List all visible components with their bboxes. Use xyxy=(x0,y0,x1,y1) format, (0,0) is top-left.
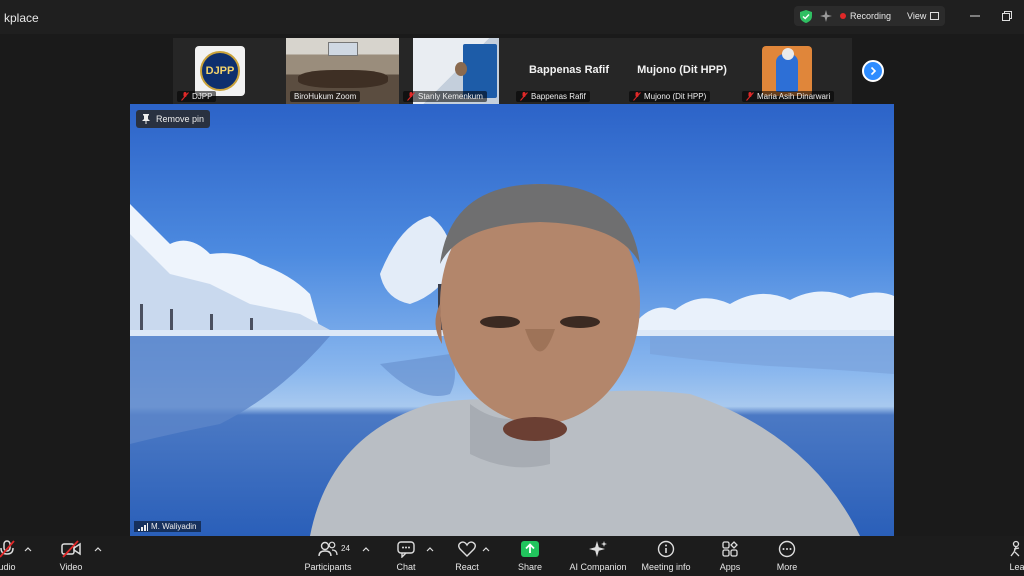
chevron-right-icon xyxy=(870,66,877,76)
room-table xyxy=(298,70,388,88)
participant-name: Stanly Kemenkum xyxy=(403,91,487,102)
sparkle-icon[interactable] xyxy=(820,10,832,22)
active-speaker-video[interactable]: Remove pin M. Waliyadin xyxy=(130,104,894,536)
share-screen-icon xyxy=(521,541,539,557)
djpp-logo: DJPP xyxy=(195,46,245,96)
speaker-person xyxy=(310,184,860,536)
react-button[interactable]: React xyxy=(432,540,502,572)
participant-name: DJPP xyxy=(177,91,217,102)
share-button[interactable]: Share xyxy=(495,540,565,572)
participant-strip: DJPP DJPP BiroHukum Zoom Stanly Kemenkum… xyxy=(0,34,1024,104)
next-page-button[interactable] xyxy=(862,60,884,82)
window-title: kplace xyxy=(4,11,39,25)
participant-name: Maria Asih Dinarwari xyxy=(742,91,835,102)
mic-muted-icon xyxy=(407,92,415,101)
participant-big-name: Mujono (Dit HPP) xyxy=(637,64,727,76)
recording-label: Recording xyxy=(850,11,892,21)
mic-muted-icon xyxy=(181,92,189,101)
view-button[interactable]: View xyxy=(907,11,926,21)
mic-muted-icon xyxy=(0,540,15,558)
remove-pin-button[interactable]: Remove pin xyxy=(136,110,211,128)
chevron-up-icon[interactable] xyxy=(94,546,102,552)
grid-view-icon[interactable] xyxy=(930,12,940,20)
sparkle-icon xyxy=(589,541,607,557)
chat-button[interactable]: Chat xyxy=(371,540,441,572)
recording-dot-icon xyxy=(840,13,846,19)
participant-tile-stanly[interactable]: Stanly Kemenkum xyxy=(399,38,513,104)
pin-icon xyxy=(142,114,150,124)
maria-avatar xyxy=(762,46,812,96)
title-bar: kplace Recording View xyxy=(0,0,1024,34)
minimize-icon[interactable] xyxy=(968,9,982,23)
participant-tile-bappenas[interactable]: Bappenas Rafif Bappenas Rafif xyxy=(512,38,626,104)
participant-tile-mujono[interactable]: Mujono (Dit HPP) Mujono (Dit HPP) xyxy=(625,38,739,104)
recording-indicator[interactable]: Recording View xyxy=(794,6,946,26)
participants-icon xyxy=(318,541,338,557)
apps-icon xyxy=(722,541,738,557)
participant-tile-birohukum[interactable]: BiroHukum Zoom xyxy=(286,38,400,104)
speaker-name-label: M. Waliyadin xyxy=(134,521,201,532)
info-icon xyxy=(657,540,675,558)
video-off-icon xyxy=(61,540,81,558)
chevron-up-icon[interactable] xyxy=(24,546,32,552)
participant-tile-maria[interactable]: Maria Asih Dinarwari xyxy=(738,38,852,104)
leave-button[interactable]: Lea xyxy=(982,540,1024,572)
more-icon xyxy=(778,540,796,558)
restore-icon[interactable] xyxy=(1000,9,1014,23)
room-screen xyxy=(328,42,358,56)
meeting-info-button[interactable]: Meeting info xyxy=(631,540,701,572)
participants-count: 24 xyxy=(341,544,350,553)
video-button[interactable]: Video xyxy=(36,540,106,572)
chevron-up-icon[interactable] xyxy=(482,546,490,552)
participant-name: Bappenas Rafif xyxy=(516,91,590,102)
participants-button[interactable]: Participants xyxy=(293,540,363,572)
more-button[interactable]: More xyxy=(752,540,822,572)
mic-muted-icon xyxy=(520,92,528,101)
shield-icon[interactable] xyxy=(800,9,812,23)
participant-big-name: Bappenas Rafif xyxy=(528,64,610,76)
heart-icon xyxy=(458,541,476,557)
chevron-up-icon[interactable] xyxy=(362,546,370,552)
mic-muted-icon xyxy=(633,92,641,101)
banner xyxy=(463,44,497,98)
signal-bars-icon xyxy=(138,522,148,531)
meeting-toolbar: udio Video Participants 24 Chat React Sh… xyxy=(0,536,1024,576)
participant-name: BiroHukum Zoom xyxy=(290,91,361,102)
avatar-figure-head xyxy=(782,48,794,60)
participant-tile-djpp[interactable]: DJPP DJPP xyxy=(173,38,287,104)
mic-muted-icon xyxy=(746,92,754,101)
djpp-logo-text: DJPP xyxy=(200,51,240,91)
participant-name: Mujono (Dit HPP) xyxy=(629,91,711,102)
leave-icon xyxy=(1010,540,1020,557)
ai-companion-button[interactable]: AI Companion xyxy=(563,540,633,572)
chat-icon xyxy=(397,541,415,558)
person xyxy=(455,62,467,76)
